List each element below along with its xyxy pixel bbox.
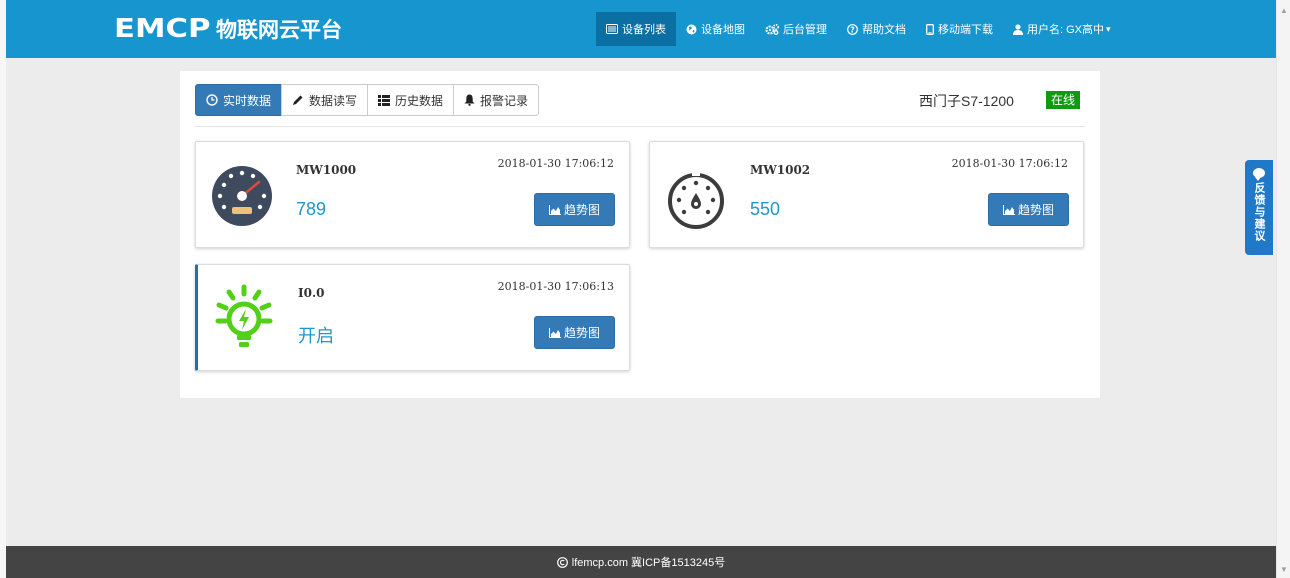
nav-device-map[interactable]: 设备地图 [676,12,755,46]
brand[interactable]: EMCP 物联网云平台 [114,12,342,46]
scroll-up-arrow-icon[interactable]: ▲ [1280,6,1288,15]
feedback-label: 反馈与建议 [1253,182,1265,242]
nav-help[interactable]: ? 帮助文档 [837,12,916,46]
timestamp: 2018-01-30 17:06:13 [497,280,614,293]
button-label: 趋势图 [563,203,600,217]
tab-read-write[interactable]: 数据读写 [281,84,369,116]
view-tabs: 实时数据 数据读写 历史数据 报警记录 [195,84,540,116]
brand-name: 物联网云平台 [216,19,342,42]
help-icon: ? [847,23,858,35]
nav-menu: 设备列表 设备地图 后台管理 ? 帮助文档 移动端下载 用户名: GX高中 ▾ [596,12,1121,46]
left-window-edge [0,0,6,578]
status-badge: 在线 [1046,91,1081,109]
footer-text: lfemcp.com 冀ICP备1513245号 [571,557,726,569]
area-chart-icon [1002,204,1015,215]
tag-value: 550 [750,199,781,219]
speedometer-icon [211,156,273,232]
main-panel: 实时数据 数据读写 历史数据 报警记录 西门子S7-1200 在线 MW1000… [180,71,1100,398]
mobile-icon [926,23,934,35]
timestamp: 2018-01-30 17:06:12 [497,157,614,170]
tab-alarms[interactable]: 报警记录 [453,84,540,116]
bell-icon [464,94,475,106]
feedback-tab[interactable]: 反馈与建议 [1245,160,1273,255]
button-label: 趋势图 [563,326,600,340]
globe-icon [686,24,697,35]
nav-device-list[interactable]: 设备列表 [596,12,676,46]
nav-label: 设备地图 [701,24,745,36]
gears-icon [765,23,779,35]
copyright-icon [556,556,568,568]
scroll-down-arrow-icon[interactable]: ▼ [1280,565,1288,574]
tag-value: 789 [296,199,327,219]
chevron-down-icon: ▾ [1106,23,1111,34]
button-label: 趋势图 [1017,203,1054,217]
divider [195,126,1085,127]
data-card-i0-0: I0.0 开启 2018-01-30 17:06:13 趋势图 [195,264,630,371]
area-chart-icon [548,204,561,215]
list-icon [378,94,391,106]
lightbulb-icon [213,279,275,355]
tab-realtime[interactable]: 实时数据 [195,84,283,116]
data-card-mw1000: MW1000 789 2018-01-30 17:06:12 趋势图 [195,141,630,248]
footer: lfemcp.com 冀ICP备1513245号 [6,546,1276,578]
trend-chart-button[interactable]: 趋势图 [534,316,615,349]
tab-label: 历史数据 [395,93,444,108]
svg-text:?: ? [850,25,855,34]
data-card-mw1002: MW1002 550 2018-01-30 17:06:12 趋势图 [649,141,1084,248]
nav-admin[interactable]: 后台管理 [755,12,837,46]
pencil-icon [292,94,304,106]
nav-label: 帮助文档 [862,24,906,36]
pressure-gauge-icon [665,156,727,232]
tab-history[interactable]: 历史数据 [367,84,455,116]
comment-icon [1253,168,1265,181]
trend-chart-button[interactable]: 趋势图 [534,193,615,226]
brand-logo: EMCP [114,14,211,44]
trend-chart-button[interactable]: 趋势图 [988,193,1069,226]
vertical-scrollbar[interactable]: ▲ ▼ [1276,0,1290,578]
clock-icon [206,94,218,106]
tab-label: 报警记录 [480,93,529,108]
tag-label: MW1000 [296,163,357,177]
list-icon [606,24,618,34]
tag-value: 开启 [298,326,334,346]
nav-label: 后台管理 [783,24,827,36]
nav-mobile-download[interactable]: 移动端下载 [916,12,1003,46]
timestamp: 2018-01-30 17:06:12 [951,157,1068,170]
user-icon [1013,23,1023,35]
area-chart-icon [548,327,561,338]
nav-user-menu[interactable]: 用户名: GX高中 ▾ [1003,12,1121,46]
top-navbar: EMCP 物联网云平台 设备列表 设备地图 后台管理 ? 帮助文档 移动端下载 … [6,0,1276,58]
nav-label: 用户名: GX高中 [1027,24,1105,36]
tab-label: 数据读写 [309,93,358,108]
nav-label: 移动端下载 [938,24,993,36]
tag-label: I0.0 [298,286,325,300]
tag-label: MW1002 [750,163,811,177]
nav-label: 设备列表 [622,24,666,36]
tab-label: 实时数据 [223,93,272,108]
device-name: 西门子S7-1200 [919,93,1014,109]
